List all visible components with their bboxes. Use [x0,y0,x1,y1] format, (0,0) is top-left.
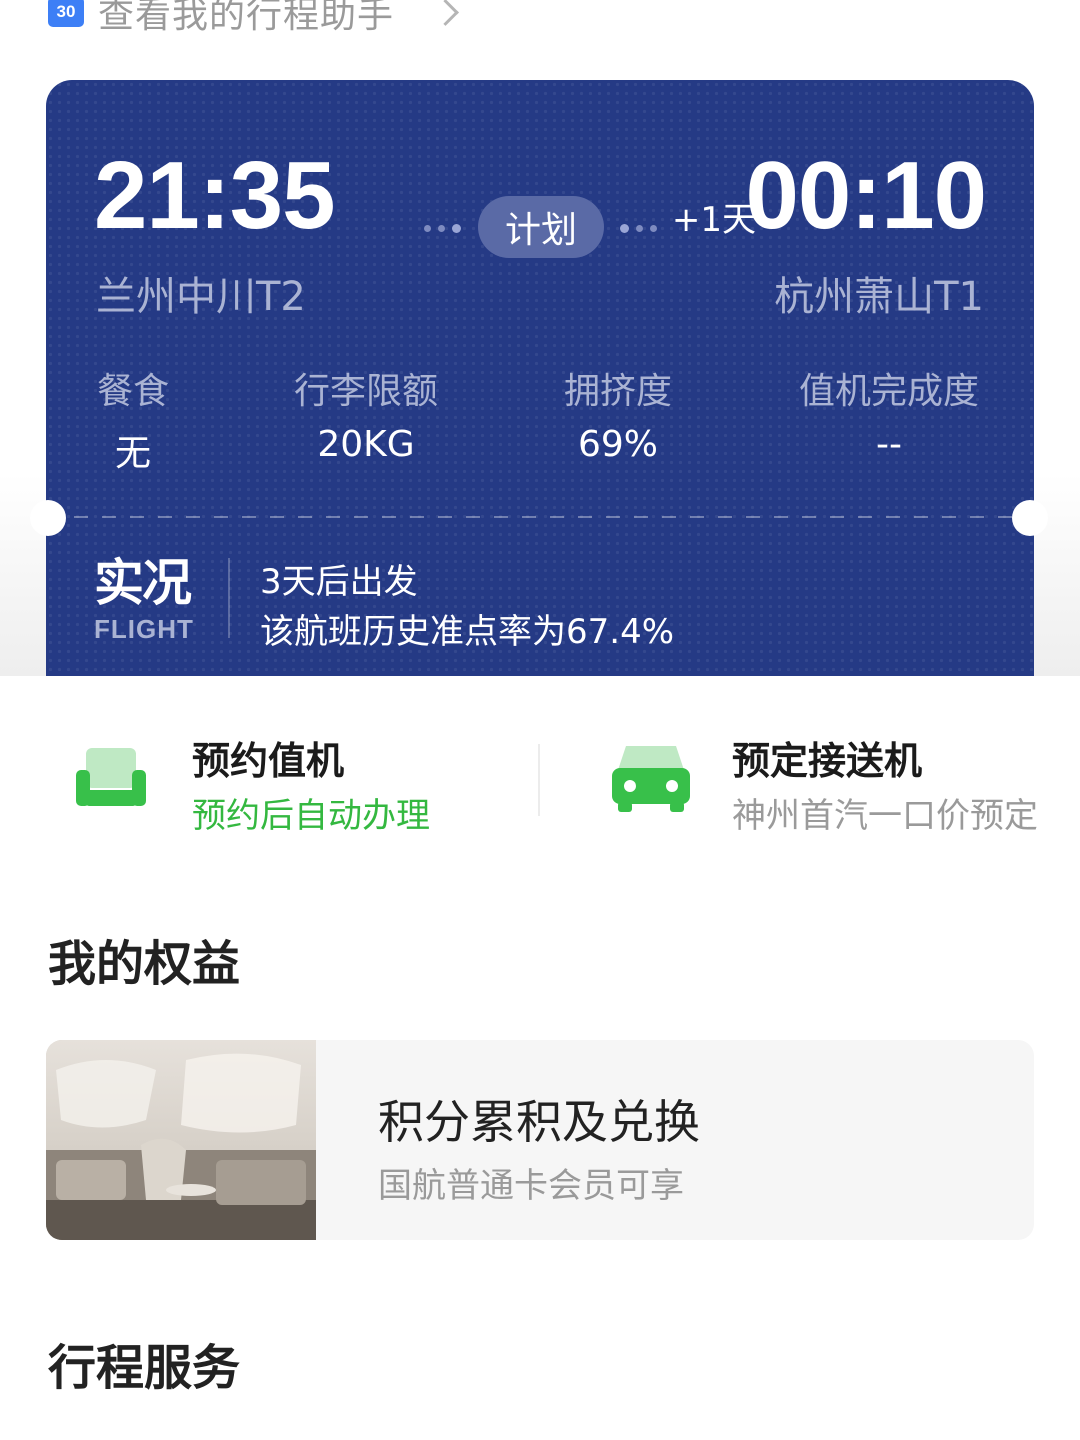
route-dots-left [424,224,461,233]
ontime-rate-note: 该航班历史准点率为67.4% [260,612,675,652]
lounge-image [46,1040,316,1240]
route-dots-right [620,224,657,233]
live-separator [228,558,230,638]
flight-card[interactable]: 21:35 兰州中川T2 计划 +1天 00:10 杭州萧山T1 餐食 无 行李… [46,80,1034,676]
arrival-day-offset: +1天 [671,200,756,240]
departure-time: 21:35 [94,142,336,249]
reserve-checkin-button[interactable]: 预约值机 预约后自动办理 [72,730,512,836]
stat-meal-label: 餐食 [96,371,169,412]
trip-assistant-link[interactable]: 30 查看我的行程助手 [48,0,459,38]
checkin-subtitle: 预约后自动办理 [192,796,430,836]
points-benefit-card[interactable]: 积分累积及兑换 国航普通卡会员可享 [46,1040,1034,1240]
transfer-subtitle: 神州首汽一口价预定 [732,796,1038,836]
stat-checkin-value: -- [876,424,902,465]
stat-meal-value: 无 [114,433,151,474]
benefit-name: 积分累积及兑换 [378,1095,700,1149]
live-flight-logo: 实况 FLIGHT [94,555,194,644]
flight-status-badge: 计划 [478,196,604,258]
benefit-subtitle: 国航普通卡会员可享 [378,1166,684,1206]
benefits-section-title: 我的权益 [48,936,241,992]
ticket-perforation [46,516,1034,518]
checkin-title: 预约值机 [192,739,345,783]
car-icon [612,746,690,812]
ticket-notch-left [30,500,66,536]
stat-crowding-value: 69% [577,424,658,465]
arrival-airport: 杭州萧山T1 [774,274,984,320]
stat-crowding-label: 拥挤度 [563,371,672,412]
ticket-notch-right [1012,500,1048,536]
departure-airport: 兰州中川T2 [96,274,306,320]
stat-checkin-label: 值机完成度 [798,371,979,412]
trip-assistant-label: 查看我的行程助手 [98,0,395,36]
seat-icon [76,748,146,806]
chevron-right-icon [432,0,459,26]
services-divider [538,744,540,816]
calendar-icon: 30 [48,0,84,27]
stat-baggage-value: 20KG [317,424,415,465]
trip-services-section-title: 行程服务 [48,1340,241,1396]
book-transfer-button[interactable]: 预定接送机 神州首汽一口价预定 [608,730,1058,836]
arrival-time: 00:10 [745,142,987,249]
stat-baggage-label: 行李限额 [293,371,438,412]
departure-countdown: 3天后出发 [260,562,418,602]
transfer-title: 预定接送机 [732,739,923,783]
